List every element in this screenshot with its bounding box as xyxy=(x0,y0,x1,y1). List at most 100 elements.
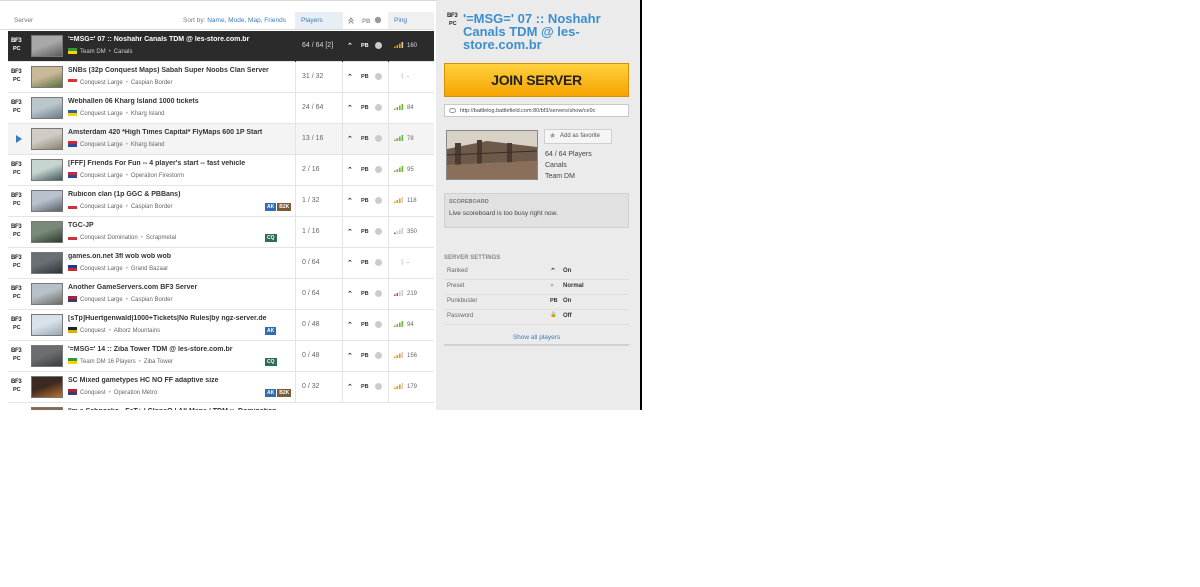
game-mode: Conquest xyxy=(80,390,106,396)
server-row[interactable]: BF3 PC [sTp]Huertgenwald|1000+Tickets|No R… xyxy=(8,310,434,341)
player-count: 24 / 64 xyxy=(295,93,343,124)
server-row[interactable]: BF3 PC SNBs (32p Conquest Maps) Sabah Supe… xyxy=(8,62,434,93)
game-mode: Conquest xyxy=(80,328,106,334)
ping-cell: - xyxy=(388,62,434,93)
ranked-icon: ⌃ xyxy=(347,260,353,267)
server-name[interactable]: [sTp]Huertgenwald|1000+Tickets|No Rules|… xyxy=(68,315,300,322)
signal-bars-icon xyxy=(394,166,404,172)
ranked-icon: ⌃ xyxy=(347,384,353,391)
server-name[interactable]: '=MSG=' 14 :: Ziba Tower TDM @ les-store… xyxy=(68,346,300,353)
server-name[interactable]: Another GameServers.com BF3 Server xyxy=(68,284,300,291)
country-flag-icon xyxy=(68,358,77,364)
pb-icon: PB xyxy=(550,298,558,304)
header-ping-sort[interactable]: Ping xyxy=(388,12,434,29)
server-detail-panel: BF3 PC '=MSG=' 07 :: Noshahr Canals TDM @… xyxy=(436,0,640,410)
player-count: 64 / 64 [2] xyxy=(295,31,343,62)
map-name: Kharg Island xyxy=(130,142,165,148)
map-thumbnail xyxy=(446,130,538,180)
map-thumbnail xyxy=(31,128,63,150)
map-name: Caspian Border xyxy=(130,80,173,86)
country-flag-icon xyxy=(68,79,77,85)
header-players-sort[interactable]: Players xyxy=(295,12,343,29)
server-meta: Team DM 16 Players • Ziba Tower xyxy=(68,358,173,365)
server-name[interactable]: Rubicon clan (1p GGC & PBBans) xyxy=(68,191,300,198)
game-mode: Conquest Large xyxy=(80,266,123,272)
meta-separator: • xyxy=(125,297,128,303)
ping-value: 219 xyxy=(407,291,418,297)
rank-icon: ⌃ xyxy=(550,268,556,275)
map-name: Caspian Border xyxy=(130,297,173,303)
map-name: Caspian Border xyxy=(130,204,173,210)
platform-bf3-pc-icon: BF3 PC xyxy=(11,317,22,331)
preset-icon xyxy=(375,321,382,328)
server-row[interactable]: BF3 PC TGC-JP Conquest Domination • Scrapmeta… xyxy=(8,217,434,248)
server-meta: Conquest Large • Operation Firestorm xyxy=(68,172,184,179)
server-name[interactable]: [FFF] Friends For Fun -- 4 player's star… xyxy=(68,160,300,167)
server-row[interactable]: BF3PCI'm a Schnocko - FaT+ | CloneO | Al… xyxy=(8,403,434,410)
server-row[interactable]: BF3 PC Rubicon clan (1p GGC & PBBans) Conqu… xyxy=(8,186,434,217)
punkbuster-icon: PB xyxy=(361,43,369,49)
ping-value: 156 xyxy=(407,353,418,359)
ping-cell: 156 xyxy=(388,341,434,372)
server-name[interactable]: I'm a Schnocko - FaT+ | CloneO | All Map… xyxy=(68,408,300,410)
header-sort: Sort by: Name, Mode, Map, Friends xyxy=(183,17,286,24)
server-row[interactable]: BF3 PC Webhallen 06 Kharg Island 1000 tick… xyxy=(8,93,434,124)
join-server-button[interactable]: JOIN SERVER xyxy=(444,63,629,97)
play-icon xyxy=(16,135,22,143)
map-thumbnail xyxy=(31,345,63,367)
badge-group: AK xyxy=(264,327,277,335)
server-row[interactable]: BF3 PC SC Mixed gametypes HC NO FF adaptiv… xyxy=(8,372,434,403)
server-row[interactable]: BF3 PC '=MSG=' 07 :: Noshahr Canals TDM @ … xyxy=(8,31,434,62)
server-name[interactable]: Amsterdam 420 *High Times Capital* FlyMa… xyxy=(68,129,300,136)
ranked-icon: ⌃ xyxy=(347,167,353,174)
preset-icon xyxy=(375,383,382,390)
sort-options-link[interactable]: Name, Mode, Map, Friends xyxy=(207,17,286,24)
show-all-players-link[interactable]: Show all players xyxy=(444,331,629,346)
server-row[interactable]: BF3 PC games.on.net 3fl wob wob wob Conques… xyxy=(8,248,434,279)
player-count: 0 / 64 xyxy=(295,279,343,310)
server-name[interactable]: SNBs (32p Conquest Maps) Sabah Super Noo… xyxy=(68,67,300,74)
server-url-text: http://battlelog.battlefield.com:80/bf3/… xyxy=(460,108,596,114)
server-row[interactable]: BF3 PC [FFF] Friends For Fun -- 4 player's… xyxy=(8,155,434,186)
map-name: Operation Firestorm xyxy=(130,173,185,179)
detail-players: 64 / 64 Players xyxy=(545,151,592,158)
punkbuster-icon: PB xyxy=(361,260,369,266)
ping-value: 118 xyxy=(407,198,417,204)
punkbuster-icon: PB xyxy=(361,167,369,173)
setting-value: On xyxy=(563,298,572,304)
server-row[interactable]: BF3 PC Another GameServers.com BF3 Server C… xyxy=(8,279,434,310)
map-thumbnail xyxy=(31,221,63,243)
player-count: 2 / 16 xyxy=(295,155,343,186)
country-flag-icon xyxy=(68,172,77,178)
server-meta: Conquest Domination • Scrapmetal xyxy=(68,234,176,241)
player-count: 0 / 64 xyxy=(295,248,343,279)
ping-cell: 118 xyxy=(388,186,434,217)
server-row[interactable]: Amsterdam 420 *High Times Capital* FlyMa… xyxy=(8,124,434,155)
ranked-icon: ⌃ xyxy=(347,43,353,50)
server-row[interactable]: BF3 PC '=MSG=' 14 :: Ziba Tower TDM @ les-… xyxy=(8,341,434,372)
setting-row-preset: Preset ● Normal xyxy=(444,280,629,295)
player-count: 1 / 32 xyxy=(295,186,343,217)
server-name[interactable]: TGC-JP xyxy=(68,222,300,229)
player-count: 1 / 16 xyxy=(295,217,343,248)
preset-icon xyxy=(375,259,382,266)
game-mode: Conquest Large xyxy=(80,204,123,210)
add-favorite-button[interactable]: ★ Add as favorite xyxy=(544,129,612,144)
country-flag-icon xyxy=(68,141,77,147)
setting-row-ranked: Ranked ⌃ On xyxy=(444,265,629,280)
ping-cell: 179 xyxy=(388,372,434,403)
server-name[interactable]: '=MSG=' 07 :: Noshahr Canals TDM @ les-s… xyxy=(68,36,300,43)
preset-icon xyxy=(375,104,382,111)
ping-value: 84 xyxy=(407,105,414,111)
server-url-field[interactable]: http://battlelog.battlefield.com:80/bf3/… xyxy=(444,104,629,117)
preset-icon xyxy=(375,352,382,359)
ping-cell: - xyxy=(388,248,434,279)
game-mode: Conquest Large xyxy=(80,142,123,148)
signal-bars-icon xyxy=(401,259,404,265)
server-name[interactable]: games.on.net 3fl wob wob wob xyxy=(68,253,300,260)
server-name[interactable]: SC Mixed gametypes HC NO FF adaptive siz… xyxy=(68,377,300,384)
server-name[interactable]: Webhallen 06 Kharg Island 1000 tickets xyxy=(68,98,300,105)
link-icon xyxy=(449,108,456,113)
window-edge xyxy=(640,0,642,410)
ping-cell: 78 xyxy=(388,124,434,155)
